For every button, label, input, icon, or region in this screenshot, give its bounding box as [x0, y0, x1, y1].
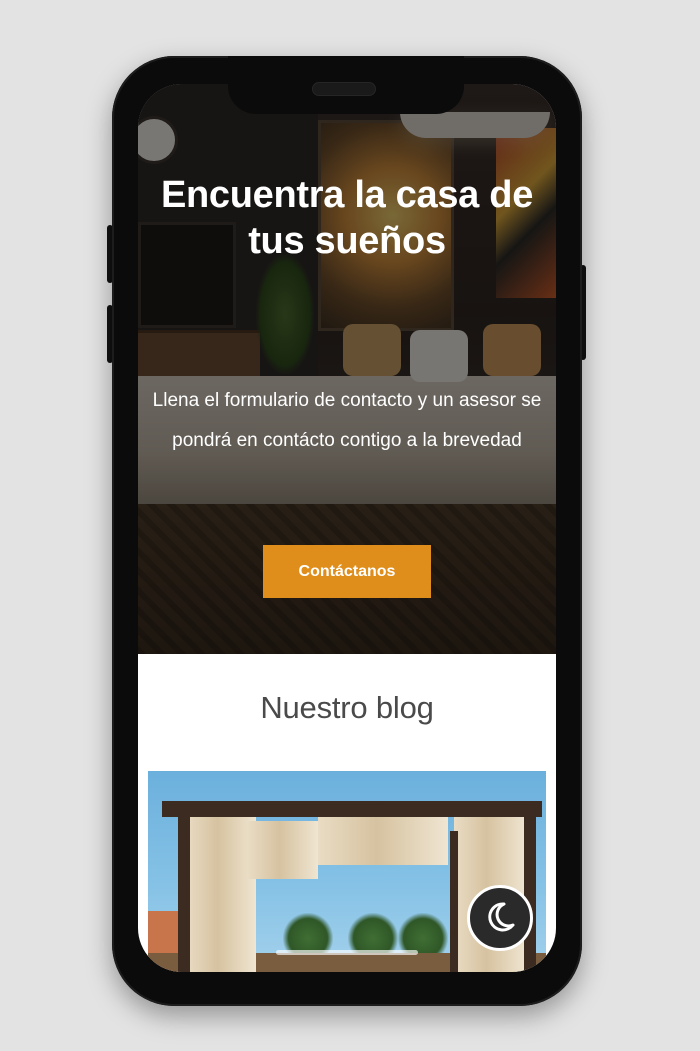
hero-section: Encuentra la casa de tus sueños Llena el…: [138, 84, 556, 654]
blog-img-curtain: [318, 817, 448, 865]
blog-img-curtain: [248, 821, 318, 879]
blog-img-palm: [348, 913, 398, 955]
mockup-stage: Encuentra la casa de tus sueños Llena el…: [0, 0, 700, 1051]
blog-img-post: [524, 801, 536, 972]
dark-mode-toggle-button[interactable]: [467, 885, 533, 951]
blog-section-title: Nuestro blog: [260, 690, 434, 725]
contact-button[interactable]: Contáctanos: [263, 545, 431, 598]
blog-img-curtain: [186, 815, 256, 972]
moon-icon: [482, 899, 518, 938]
blog-img-post: [450, 831, 458, 972]
hero-subtitle: Llena el formulario de contacto y un ase…: [152, 390, 542, 451]
blog-img-palm: [283, 913, 333, 955]
home-indicator: [276, 950, 418, 955]
blog-img-palm: [398, 913, 448, 955]
phone-screen: Encuentra la casa de tus sueños Llena el…: [138, 84, 556, 972]
phone-speaker: [312, 82, 376, 96]
blog-img-pergola-beam: [162, 801, 542, 817]
blog-img-post: [178, 801, 190, 972]
hero-title: Encuentra la casa de tus sueños: [160, 174, 534, 262]
